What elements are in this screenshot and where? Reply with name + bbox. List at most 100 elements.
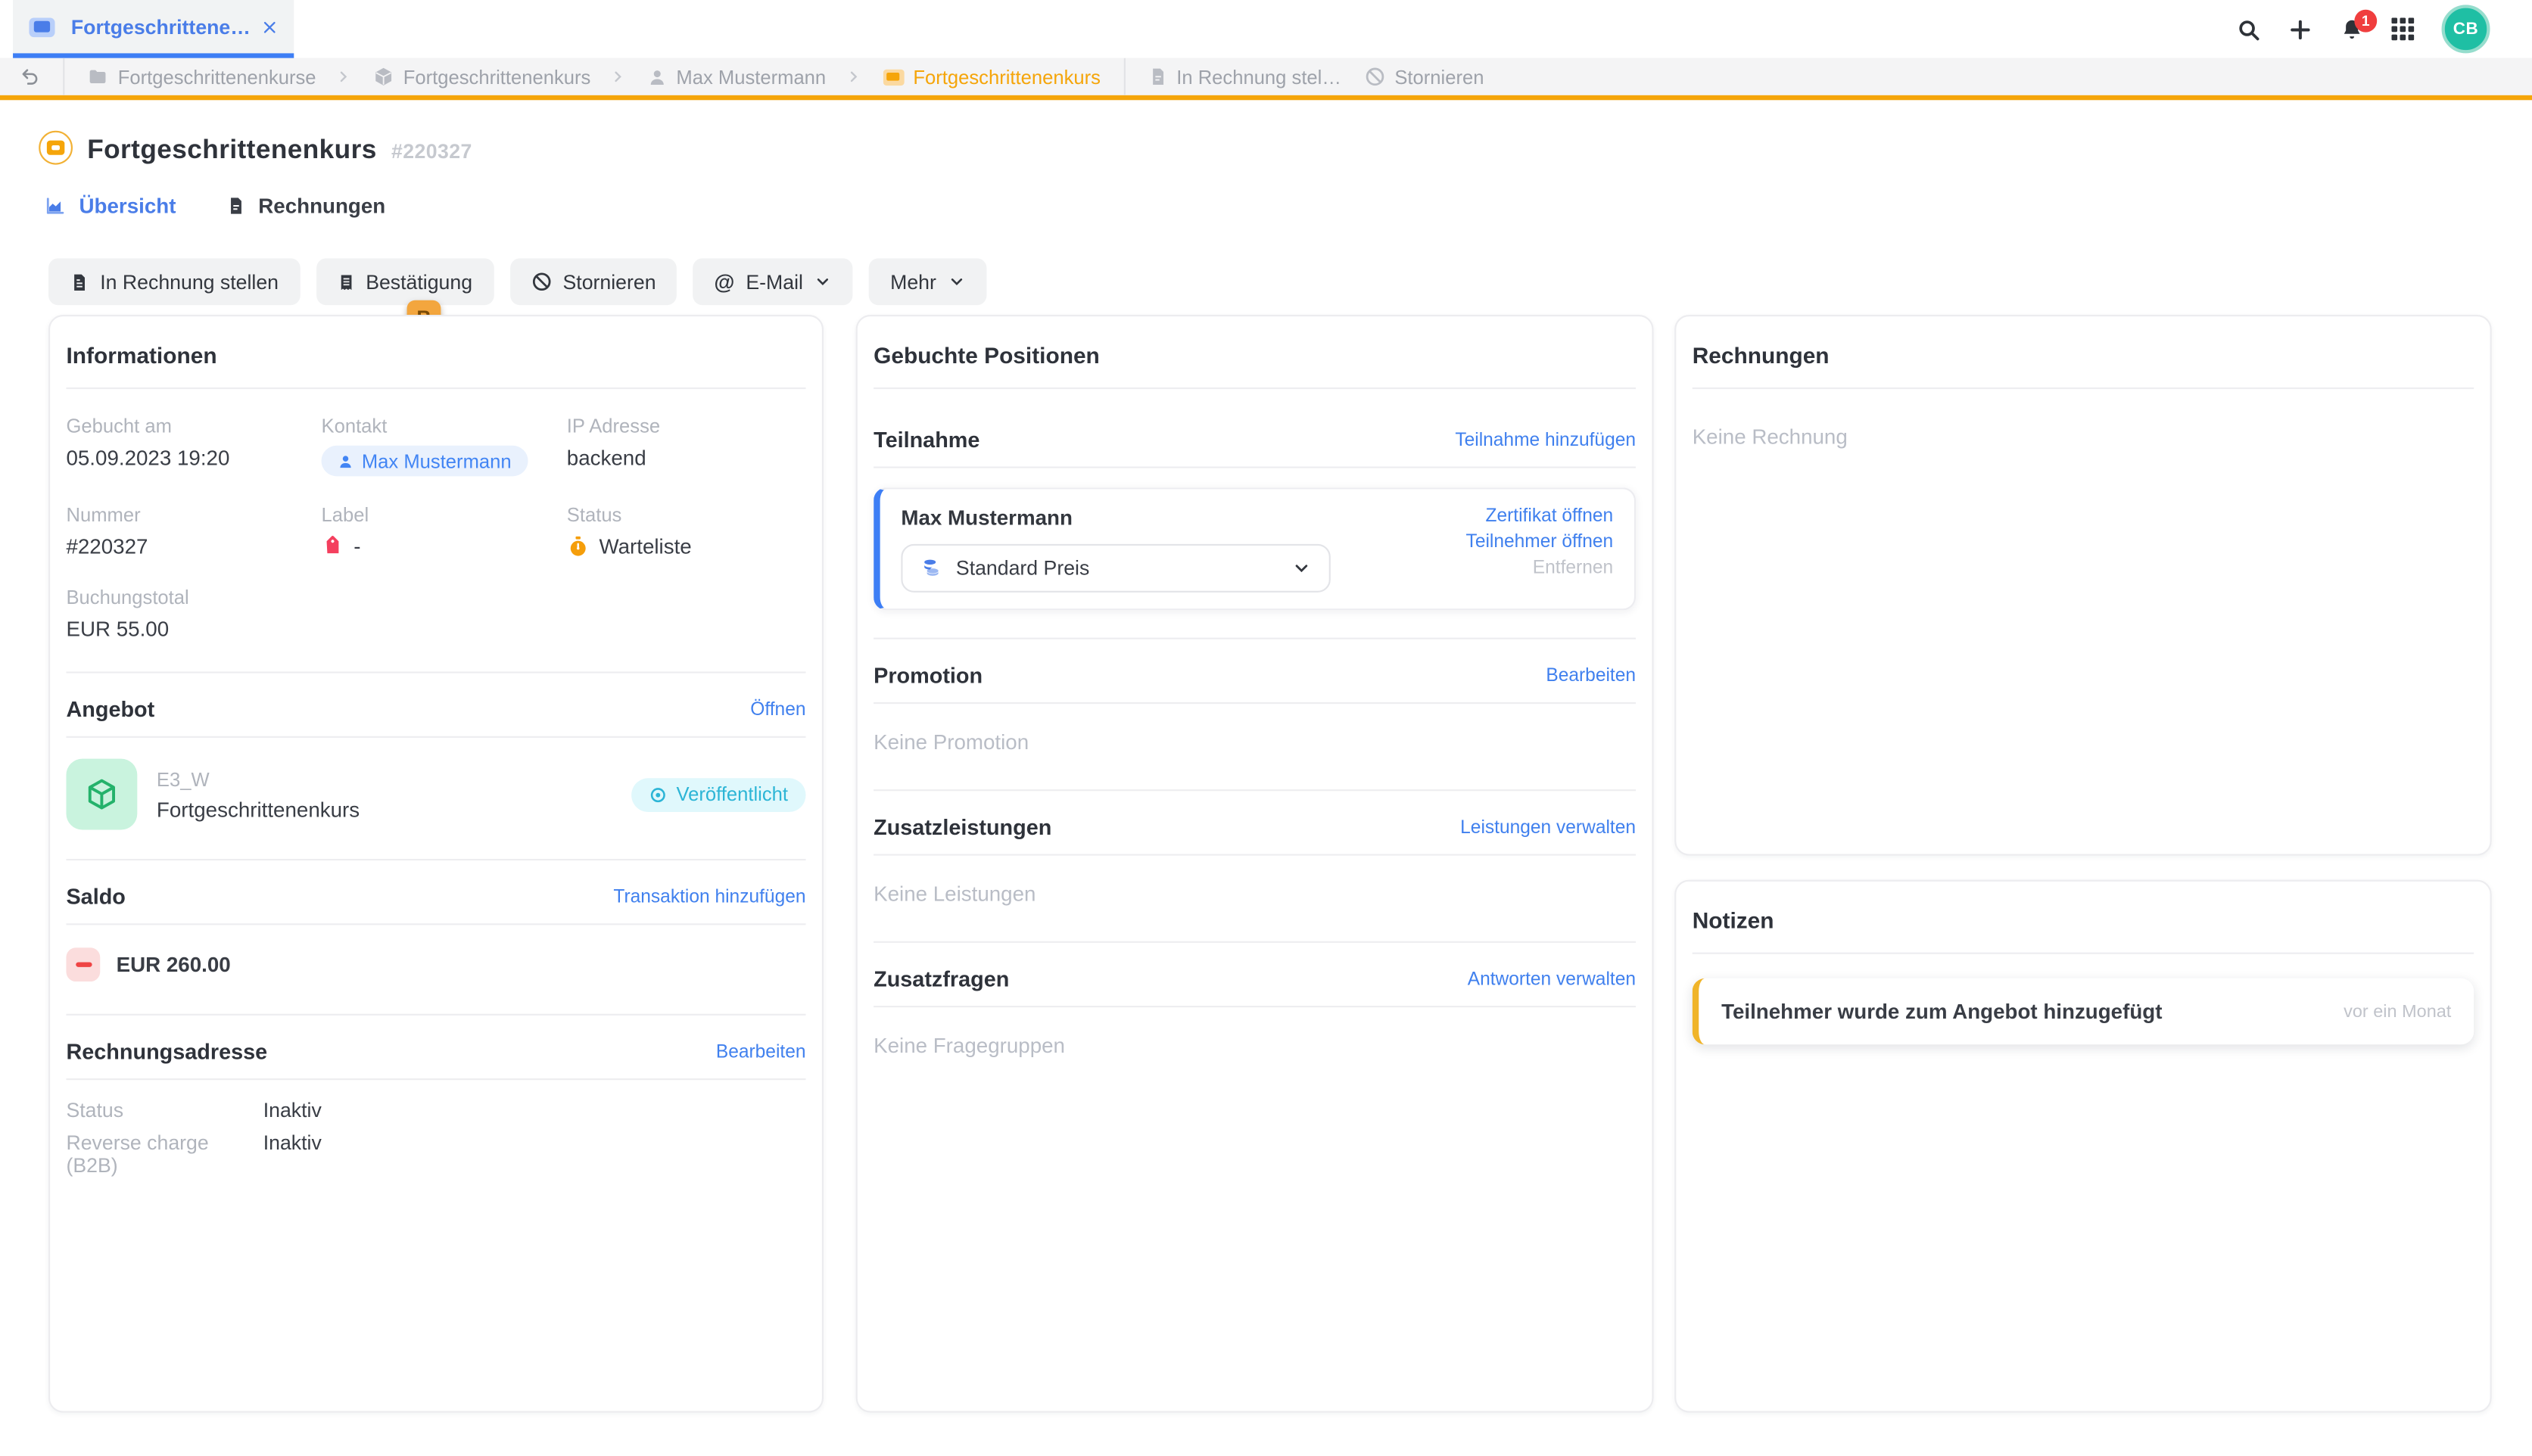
notifications-bell-icon[interactable]: 1 <box>2340 17 2364 41</box>
field-number: Nummer #220327 <box>66 504 321 559</box>
chevron-right-icon <box>335 70 350 84</box>
open-offer-link[interactable]: Öffnen <box>750 700 805 720</box>
open-participant-link[interactable]: Teilnehmer öffnen <box>1466 533 1614 552</box>
field-value: EUR 55.00 <box>66 617 805 641</box>
notes-card: Notizen Teilnehmer wurde zum Angebot hin… <box>1674 880 2491 1413</box>
open-tab[interactable]: Fortgeschrittene… <box>13 0 294 58</box>
breadcrumb-label: Fortgeschrittenenkurs <box>913 65 1101 88</box>
add-transaction-link[interactable]: Transaktion hinzufügen <box>613 887 805 907</box>
breadcrumb-label: Max Mustermann <box>676 65 826 88</box>
cancel-circle-icon <box>1364 66 1385 87</box>
person-icon <box>647 67 667 87</box>
section-title: Promotion <box>874 664 983 688</box>
breadcrumb-item-course[interactable]: Fortgeschrittenenkurs <box>372 65 590 88</box>
breadcrumb-item-contact[interactable]: Max Mustermann <box>647 65 826 88</box>
manage-services-link[interactable]: Leistungen verwalten <box>1460 818 1636 838</box>
field-contact: Kontakt Max Mustermann <box>322 415 567 476</box>
notification-count-badge: 1 <box>2354 9 2377 32</box>
tab-invoices[interactable]: Rechnungen <box>226 194 386 218</box>
more-button[interactable]: Mehr <box>869 258 986 305</box>
history-back-icon[interactable] <box>20 66 41 87</box>
promotion-section-header: Promotion Bearbeiten <box>874 664 1636 688</box>
billing-label: Reverse charge (B2B) <box>66 1131 263 1177</box>
offer-text: E3_W Fortgeschrittenenkurs <box>157 767 631 820</box>
participant-box: Max Mustermann Standard Preis Zertifikat… <box>874 487 1636 610</box>
screen: Fortgeschrittene… 1 CB <box>0 0 2532 1456</box>
user-avatar[interactable]: CB <box>2442 5 2490 53</box>
field-total: Buchungstotal EUR 55.00 <box>66 586 805 641</box>
breadcrumb-action-invoice[interactable]: In Rechnung stel… <box>1148 65 1341 88</box>
breadcrumb-action-cancel[interactable]: Stornieren <box>1364 65 1484 88</box>
saldo-amount: EUR 260.00 <box>117 953 231 977</box>
field-label: Gebucht am <box>66 415 321 437</box>
note-item: Teilnehmer wurde zum Angebot hinzugefügt… <box>1693 978 2474 1044</box>
breadcrumb-action-label: In Rechnung stel… <box>1176 65 1341 88</box>
offer-code: E3_W <box>157 767 631 790</box>
negative-minus-icon <box>66 947 100 982</box>
edit-promotion-link[interactable]: Bearbeiten <box>1546 666 1636 686</box>
field-label: Label <box>322 504 567 527</box>
eye-icon <box>649 786 666 803</box>
search-icon[interactable] <box>2237 17 2261 41</box>
button-label: E-Mail <box>746 270 803 293</box>
field-booked-at: Gebucht am 05.09.2023 19:20 <box>66 415 321 476</box>
button-label: In Rechnung stellen <box>100 270 279 293</box>
section-title: Zusatzleistungen <box>874 815 1051 839</box>
confirmation-button[interactable]: Bestätigung <box>316 258 494 305</box>
chevron-right-icon <box>610 70 624 84</box>
open-certificate-link[interactable]: Zertifikat öffnen <box>1466 507 1614 527</box>
remove-link[interactable]: Entfernen <box>1466 558 1614 578</box>
breadcrumb-item-courses[interactable]: Fortgeschrittenenkurse <box>87 65 316 88</box>
information-card: Informationen Gebucht am 05.09.2023 19:2… <box>48 315 824 1413</box>
card-title: Gebuchte Positionen <box>874 342 1636 368</box>
divider <box>874 387 1636 389</box>
billing-value: Inaktiv <box>263 1131 322 1177</box>
section-title: Teilnahme <box>874 428 979 452</box>
billing-row: Status Inaktiv <box>66 1100 805 1122</box>
note-timestamp: vor ein Monat <box>2344 1002 2451 1022</box>
top-bar: Fortgeschrittene… 1 CB <box>0 0 2532 60</box>
badge-label: Veröffentlicht <box>676 783 788 806</box>
section-title: Saldo <box>66 885 125 909</box>
cancel-button[interactable]: Stornieren <box>509 258 677 305</box>
field-label: Status <box>567 504 806 527</box>
field-label: Label - <box>322 504 567 559</box>
field-value: Warteliste <box>599 534 691 558</box>
breadcrumb-label: Fortgeschrittenenkurse <box>118 65 316 88</box>
add-participation-link[interactable]: Teilnahme hinzufügen <box>1455 431 1636 450</box>
divider <box>874 941 1636 943</box>
field-value: #220327 <box>66 534 321 558</box>
offer-cube-icon <box>66 759 137 830</box>
receipt-icon <box>337 270 354 293</box>
price-option-select[interactable]: Standard Preis <box>901 544 1330 593</box>
booking-ticket-icon <box>39 131 73 165</box>
folder-icon <box>87 66 108 87</box>
tab-title: Fortgeschrittene… <box>71 15 252 38</box>
invoice-button[interactable]: In Rechnung stellen <box>48 258 300 305</box>
breadcrumb-item-booking-active[interactable]: Fortgeschrittenenkurs <box>883 65 1101 88</box>
tab-close-icon[interactable] <box>262 19 278 35</box>
empty-services-text: Keine Leistungen <box>874 882 1636 906</box>
billing-row: Reverse charge (B2B) Inaktiv <box>66 1131 805 1177</box>
manage-answers-link[interactable]: Antworten verwalten <box>1468 969 1636 989</box>
edit-billing-link[interactable]: Bearbeiten <box>716 1042 806 1062</box>
coins-icon <box>920 557 942 580</box>
ticket-icon <box>883 69 904 85</box>
contact-chip[interactable]: Max Mustermann <box>322 446 528 477</box>
field-value: - <box>353 534 360 558</box>
add-icon[interactable] <box>2288 17 2312 41</box>
app-window: Fortgeschrittene… 1 CB <box>0 0 2532 1456</box>
divider <box>66 1078 805 1080</box>
divider <box>66 1014 805 1016</box>
section-title: Zusatzfragen <box>874 967 1009 991</box>
offer-item[interactable]: E3_W Fortgeschrittenenkurs Veröffentlich… <box>66 759 805 830</box>
divider <box>1693 953 2474 954</box>
button-label: Bestätigung <box>366 270 472 293</box>
field-label: IP Adresse <box>567 415 806 437</box>
tab-overview[interactable]: Übersicht <box>44 194 176 218</box>
invoices-card: Rechnungen Keine Rechnung <box>1674 315 2491 856</box>
apps-grid-icon[interactable] <box>2391 17 2414 40</box>
page-title: Fortgeschrittenenkurs#220327 <box>87 135 472 166</box>
email-button[interactable]: @ E-Mail <box>693 258 853 305</box>
field-label: Nummer <box>66 504 321 527</box>
